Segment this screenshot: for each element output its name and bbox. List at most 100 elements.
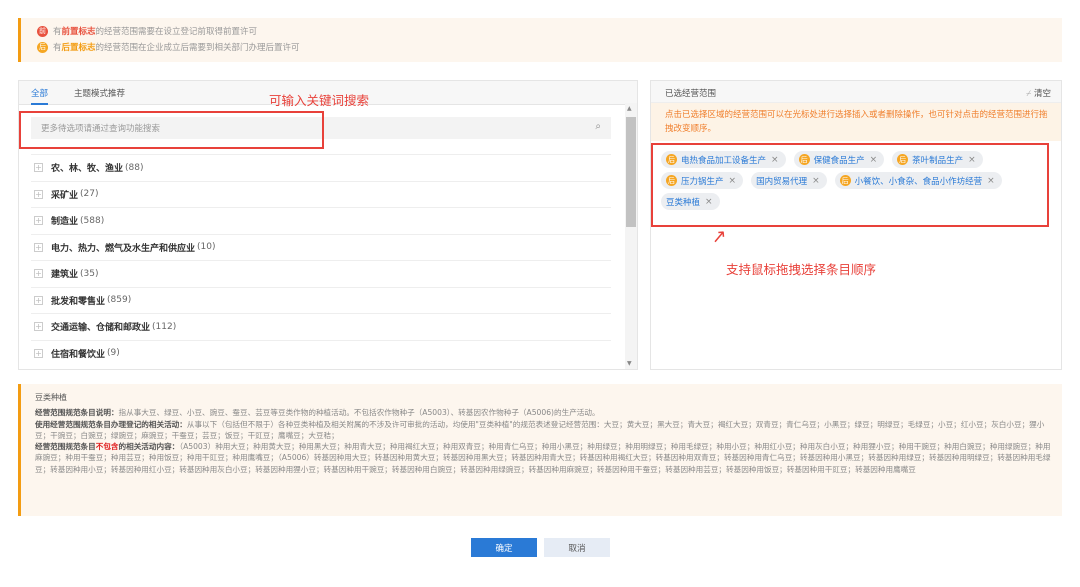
detail-excluded: 经营范围规范条目不包含的相关活动内容：（A5003）种用大豆；种用黄大豆；种用黑… bbox=[35, 441, 1054, 475]
industry-tree: + 农、林、牧、渔业 (88) + 采矿业 (27) + 制造业 (588) + 电力、热力、燃气及… bbox=[31, 154, 611, 366]
expand-icon[interactable]: + bbox=[34, 189, 43, 199]
tree-node[interactable]: + 制造业 (588) bbox=[31, 207, 611, 234]
note-text: 有 bbox=[53, 43, 62, 53]
annotation-box bbox=[19, 111, 324, 149]
node-count: (35) bbox=[80, 268, 99, 279]
detail-included: 使用经营范围规范条目办理登记的相关活动：从事以下（包括但不限于）各种豆类种植及相… bbox=[35, 419, 1054, 442]
label: 经营范围规范条目说明： bbox=[35, 408, 119, 418]
scroll-down-icon[interactable]: ▼ bbox=[627, 360, 632, 367]
node-label: 制造业 bbox=[51, 217, 79, 228]
selected-tag[interactable]: 后保健食品生产 × bbox=[793, 151, 885, 168]
arrow-icon: ↑ bbox=[706, 224, 732, 251]
remove-icon[interactable]: × bbox=[968, 155, 976, 165]
broom-icon: ⌿ bbox=[1026, 89, 1034, 99]
node-count: (859) bbox=[107, 295, 132, 306]
selected-tag[interactable]: 后压力锅生产 × bbox=[661, 172, 744, 189]
tag-label: 压力锅生产 bbox=[681, 176, 724, 187]
tag-label: 保健食品生产 bbox=[813, 155, 865, 166]
tree-node[interactable]: + 建筑业 (35) bbox=[31, 260, 611, 287]
selected-scope-panel: 已选经营范围 ⌿ 清空 点击已选择区域的经营范围可以在光标处进行选择插入或者删除操… bbox=[650, 80, 1062, 370]
scope-detail: 豆类种植 经营范围规范条目说明：指从事大豆、绿豆、小豆、豌豆、蚕豆、芸豆等豆类作… bbox=[18, 384, 1062, 516]
expand-icon[interactable]: + bbox=[34, 295, 43, 305]
note-text: 的经营范围需要在设立登记前取得前置许可 bbox=[95, 27, 258, 37]
selected-tag[interactable]: 豆类种植 × bbox=[661, 193, 720, 210]
note-highlight: 后置标志 bbox=[61, 43, 96, 53]
tag-label: 电热食品加工设备生产 bbox=[681, 155, 767, 166]
post-license-badge-icon: 后 bbox=[666, 175, 677, 186]
tag-label: 小餐饮、小食杂、食品小作坊经营 bbox=[854, 176, 983, 187]
node-label: 农、林、牧、渔业 bbox=[51, 164, 124, 175]
clear-label: 清空 bbox=[1033, 89, 1051, 99]
remove-icon[interactable]: × bbox=[729, 176, 737, 186]
label-red: 不包含 bbox=[95, 442, 119, 452]
selected-tags: 后电热食品加工设备生产 × 后保健食品生产 × 后茶叶制品生产 × 后压力锅生产 × 国内贸易代… bbox=[661, 151, 1049, 210]
node-label: 批发和零售业 bbox=[51, 296, 106, 307]
scroll-up-icon[interactable]: ▲ bbox=[627, 105, 632, 112]
post-license-note: 后有后置标志 的经营范围在企业成立后需要到相关部门办理后置许可 bbox=[37, 39, 1062, 55]
pre-license-badge-icon: 前 bbox=[37, 25, 48, 37]
clear-button[interactable]: ⌿ 清空 bbox=[1026, 87, 1051, 99]
remove-icon[interactable]: × bbox=[812, 176, 820, 186]
post-license-badge-icon: 后 bbox=[37, 41, 48, 53]
tree-node[interactable]: + 住宿和餐饮业 (9) bbox=[31, 339, 611, 367]
note-text: 的经营范围在企业成立后需要到相关部门办理后置许可 bbox=[95, 43, 300, 53]
scope-selector-panel: 全部 主题模式推荐 可输入关键词搜索 更多待选项请通过查询功能搜索 ⌕ + 农、林、… bbox=[18, 80, 638, 370]
tag-label: 国内贸易代理 bbox=[756, 176, 808, 187]
search-annotation: 可输入关键词搜索 bbox=[269, 93, 370, 108]
node-count: (10) bbox=[197, 242, 216, 253]
selected-tip: 点击已选择区域的经营范围可以在光标处进行选择插入或者删除操作，也可针对点击的经营… bbox=[651, 103, 1061, 141]
drag-annotation: 支持鼠标拖拽选择条目顺序 bbox=[726, 262, 877, 277]
node-label: 住宿和餐饮业 bbox=[51, 349, 106, 360]
note-highlight: 前置标志 bbox=[61, 27, 96, 37]
expand-icon[interactable]: + bbox=[34, 322, 43, 332]
expand-icon[interactable]: + bbox=[34, 269, 43, 279]
remove-icon[interactable]: × bbox=[870, 155, 878, 165]
scrollbar-thumb[interactable] bbox=[626, 117, 636, 227]
node-count: (88) bbox=[125, 162, 144, 173]
label: 使用经营范围规范条目办理登记的相关活动： bbox=[35, 419, 187, 429]
tag-label: 豆类种植 bbox=[666, 197, 701, 208]
tree-node[interactable]: + 电力、热力、燃气及水生产和供应业 (10) bbox=[31, 233, 611, 261]
remove-icon[interactable]: × bbox=[705, 197, 713, 207]
selected-header: 已选经营范围 ⌿ 清空 bbox=[651, 81, 1061, 103]
search-icon[interactable]: ⌕ bbox=[595, 121, 601, 132]
tab-theme-recommend[interactable]: 主题模式推荐 bbox=[74, 81, 125, 104]
remove-icon[interactable]: × bbox=[771, 155, 779, 165]
license-notice: 前有前置标志 的经营范围需要在设立登记前取得前置许可 后有后置标志 的经营范围在企业… bbox=[18, 18, 1062, 62]
tree-node[interactable]: + 交通运输、仓储和邮政业 (112) bbox=[31, 313, 611, 340]
confirm-button[interactable]: 确定 bbox=[471, 538, 537, 557]
selected-title: 已选经营范围 bbox=[665, 89, 717, 99]
pre-license-note: 前有前置标志 的经营范围需要在设立登记前取得前置许可 bbox=[37, 23, 1062, 39]
node-label: 建筑业 bbox=[51, 270, 79, 281]
selected-tag[interactable]: 后茶叶制品生产 × bbox=[892, 151, 983, 168]
expand-icon[interactable]: + bbox=[34, 163, 43, 173]
label: 经营范围规范条目 bbox=[35, 442, 96, 452]
scrollbar[interactable]: ▲ ▼ bbox=[625, 103, 637, 369]
tree-node[interactable]: + 采矿业 (27) bbox=[31, 180, 611, 208]
selected-tag[interactable]: 国内贸易代理 × bbox=[751, 172, 827, 189]
tab-all[interactable]: 全部 bbox=[31, 81, 49, 105]
note-text: 有 bbox=[53, 27, 62, 37]
tree-node[interactable]: + 批发和零售业 (859) bbox=[31, 286, 611, 314]
text: 指从事大豆、绿豆、小豆、豌豆、蚕豆、芸豆等豆类作物的种植活动。不包括农作物种子（… bbox=[118, 408, 600, 418]
node-count: (9) bbox=[107, 348, 120, 359]
expand-icon[interactable]: + bbox=[34, 242, 43, 252]
text: （A5003）种用大豆；种用黄大豆；种用黑大豆；种用青大豆；种用褐红大豆；种用双… bbox=[35, 442, 1051, 474]
node-count: (588) bbox=[80, 215, 105, 226]
remove-icon[interactable]: × bbox=[987, 176, 995, 186]
post-license-badge-icon: 后 bbox=[798, 154, 810, 165]
tree-node[interactable]: + 农、林、牧、渔业 (88) bbox=[31, 154, 611, 181]
node-label: 采矿业 bbox=[51, 190, 79, 201]
selected-tag[interactable]: 后电热食品加工设备生产 × bbox=[661, 151, 786, 168]
expand-icon[interactable]: + bbox=[34, 216, 43, 226]
node-label: 电力、热力、燃气及水生产和供应业 bbox=[51, 243, 196, 254]
node-label: 交通运输、仓储和邮政业 bbox=[51, 323, 151, 334]
node-count: (112) bbox=[152, 321, 177, 332]
label: 的相关活动内容： bbox=[118, 442, 180, 452]
selected-tag[interactable]: 后小餐饮、小食杂、食品小作坊经营 × bbox=[834, 172, 1002, 189]
post-license-badge-icon: 后 bbox=[666, 154, 677, 165]
text: 从事以下（包括但不限于）各种豆类种植及相关附属的不涉及许可审批的活动，均使用"豆… bbox=[35, 419, 1045, 440]
expand-icon[interactable]: + bbox=[34, 348, 43, 358]
post-license-badge-icon: 后 bbox=[839, 175, 851, 186]
cancel-button[interactable]: 取消 bbox=[544, 538, 610, 557]
